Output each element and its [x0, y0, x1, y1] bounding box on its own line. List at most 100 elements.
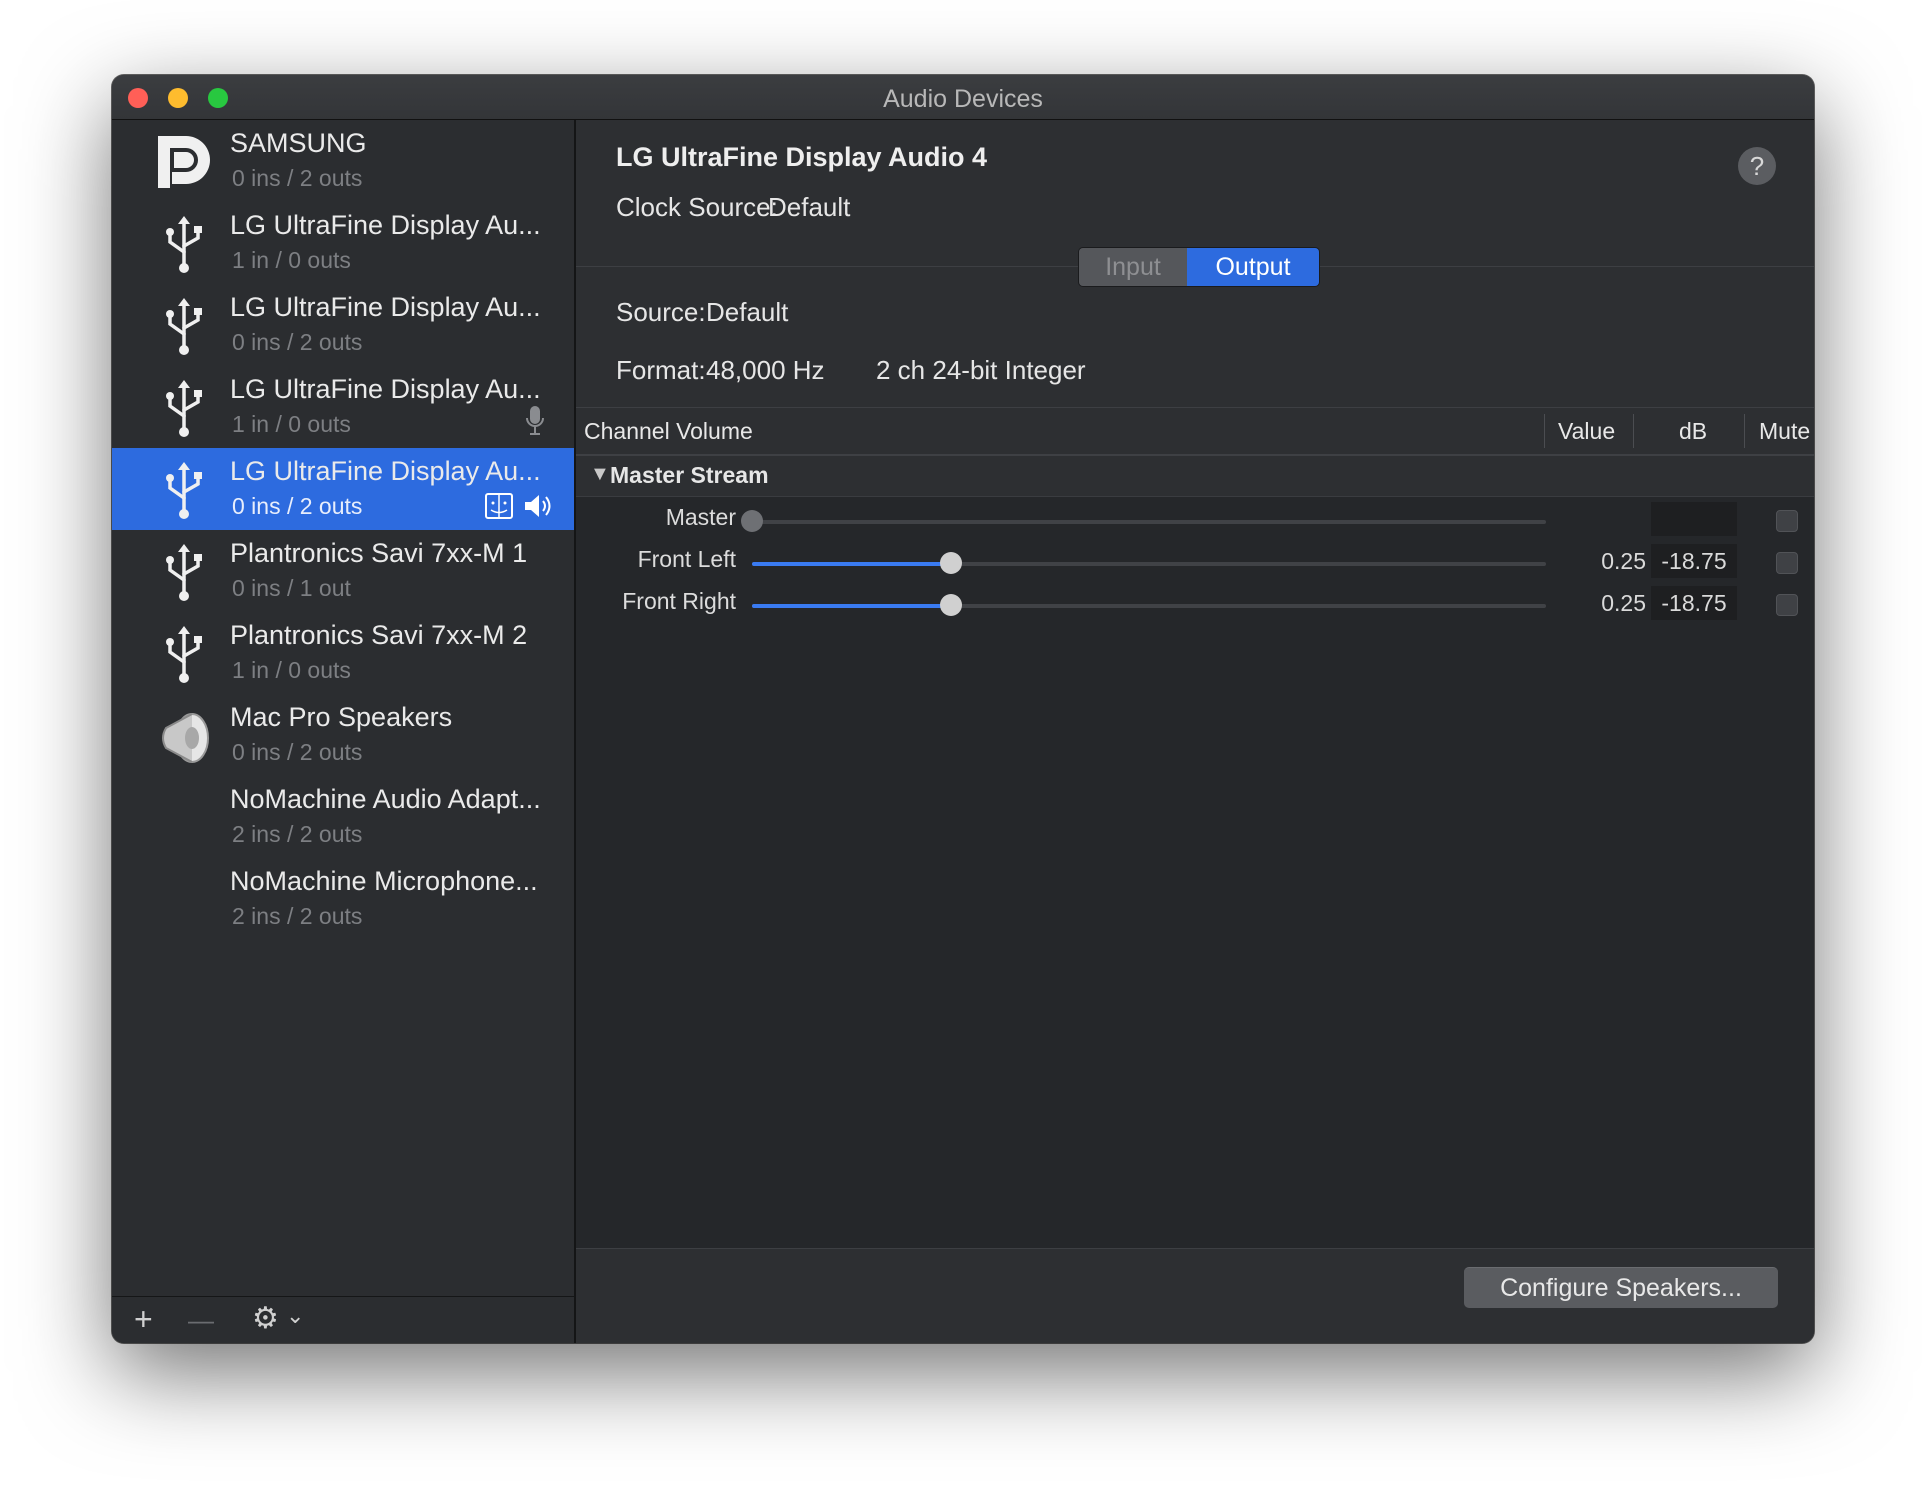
device-list: SAMSUNG 0 ins / 2 outs LG UltraFine Disp… — [112, 120, 576, 1343]
device-item-lg-2[interactable]: LG UltraFine Display Au... 0 ins / 2 out… — [112, 284, 574, 366]
speaker-icon — [525, 495, 551, 517]
channel-value: 0.25 — [1601, 548, 1646, 574]
microphone-icon — [526, 406, 544, 435]
column-separator — [1633, 414, 1634, 448]
channel-label: Front Left — [637, 546, 736, 572]
device-item-lg-3[interactable]: LG UltraFine Display Au... 1 in / 0 outs — [112, 366, 574, 448]
slider-knob[interactable] — [939, 552, 962, 574]
volume-slider[interactable] — [752, 594, 1546, 616]
device-io: 0 ins / 2 outs — [232, 739, 363, 765]
source-value[interactable]: Default — [706, 297, 788, 328]
mute-checkbox[interactable] — [1776, 594, 1798, 616]
displayport-icon — [158, 136, 210, 188]
usb-icon — [166, 462, 202, 519]
source-label: Source: — [616, 297, 706, 327]
mute-checkbox[interactable] — [1776, 510, 1798, 532]
group-name: Master Stream — [610, 462, 769, 488]
help-button[interactable]: ? — [1738, 147, 1776, 185]
device-io: 0 ins / 2 outs — [232, 493, 363, 519]
device-header: LG UltraFine Display Audio 4 Clock Sourc… — [576, 120, 1814, 267]
finder-icon — [485, 493, 513, 519]
device-item-lg-4[interactable]: LG UltraFine Display Au... 0 ins / 2 out… — [112, 448, 574, 530]
device-item-plantronics-2[interactable]: Plantronics Savi 7xx-M 2 1 in / 0 outs — [112, 612, 574, 694]
channel-value: 0.25 — [1601, 590, 1646, 616]
device-name: LG UltraFine Display Au... — [230, 292, 541, 322]
slider-knob[interactable] — [741, 510, 763, 532]
device-io: 0 ins / 2 outs — [232, 165, 363, 191]
channel-db-field[interactable] — [1651, 502, 1737, 536]
title-bar: Audio Devices — [112, 75, 1814, 120]
detail-footer: Configure Speakers... — [576, 1248, 1814, 1343]
usb-icon — [166, 380, 202, 437]
window-title: Audio Devices — [883, 85, 1043, 113]
channel-label: Master — [665, 504, 736, 530]
slider-fill — [752, 604, 951, 608]
device-item-plantronics-1[interactable]: Plantronics Savi 7xx-M 1 0 ins / 1 out — [112, 530, 574, 612]
tab-input[interactable]: Input — [1079, 248, 1187, 286]
usb-icon — [166, 626, 202, 683]
format-rate[interactable]: 48,000 Hz — [706, 355, 825, 386]
usb-icon — [166, 298, 202, 355]
device-title: LG UltraFine Display Audio 4 — [616, 142, 988, 172]
mute-checkbox[interactable] — [1776, 552, 1798, 574]
device-item-nomachine-microphone[interactable]: NoMachine Microphone... 2 ins / 2 outs — [112, 858, 574, 940]
channel-label: Front Right — [622, 588, 736, 614]
usb-icon — [166, 216, 202, 273]
device-name: Plantronics Savi 7xx-M 1 — [230, 538, 528, 568]
add-device-button[interactable]: + — [134, 1301, 153, 1338]
gear-icon[interactable]: ⚙ — [252, 1301, 279, 1336]
device-name: LG UltraFine Display Au... — [230, 374, 541, 404]
slider-fill — [752, 562, 951, 566]
tab-output[interactable]: Output — [1187, 248, 1319, 286]
slider-knob[interactable] — [939, 594, 962, 616]
device-name: LG UltraFine Display Au... — [230, 456, 541, 486]
channel-db-field[interactable]: -18.75 — [1651, 586, 1737, 620]
format-label: Format: — [616, 355, 706, 385]
volume-slider[interactable] — [752, 552, 1546, 574]
speaker-cone-icon — [162, 713, 209, 763]
channel-row-master: Master — [576, 500, 1814, 542]
clock-source-label: Clock Source: — [616, 192, 778, 222]
sidebar-footer: + — ⚙ ⌄ — [112, 1296, 574, 1343]
device-io: 0 ins / 2 outs — [232, 329, 363, 355]
clock-source-value[interactable]: Default — [768, 192, 850, 223]
channel-db-field[interactable]: -18.75 — [1651, 544, 1737, 578]
header-db: dB — [1679, 418, 1708, 444]
device-name: NoMachine Audio Adapt... — [230, 784, 541, 814]
device-name: NoMachine Microphone... — [230, 866, 538, 896]
configure-speakers-button[interactable]: Configure Speakers... — [1464, 1267, 1778, 1308]
device-detail: LG UltraFine Display Audio 4 Clock Sourc… — [576, 120, 1814, 1343]
remove-device-button[interactable]: — — [188, 1305, 214, 1336]
device-io: 1 in / 0 outs — [232, 657, 351, 683]
header-mute: Mute — [1759, 418, 1811, 444]
device-name: LG UltraFine Display Au... — [230, 210, 541, 240]
audio-devices-window: Audio Devices SAMSUNG 0 ins / 2 outs LG … — [112, 75, 1814, 1343]
device-io: 2 ins / 2 outs — [232, 821, 363, 847]
chevron-down-icon[interactable]: ⌄ — [286, 1303, 304, 1329]
column-separator — [1744, 414, 1745, 448]
device-io: 2 ins / 2 outs — [232, 903, 363, 929]
device-item-samsung[interactable]: SAMSUNG 0 ins / 2 outs — [112, 120, 574, 202]
channel-table-header: Channel Volume Value dB Mute — [576, 408, 1814, 456]
column-separator — [1544, 414, 1545, 448]
usb-icon — [166, 544, 202, 601]
volume-slider[interactable] — [741, 510, 1546, 532]
format-type[interactable]: 2 ch 24-bit Integer — [876, 355, 1086, 386]
device-item-nomachine-audio[interactable]: NoMachine Audio Adapt... 2 ins / 2 outs — [112, 776, 574, 858]
channel-row-front-right: Front Right 0.25 -18.75 — [576, 584, 1814, 626]
header-channel-volume: Channel Volume — [584, 418, 753, 444]
channel-row-front-left: Front Left 0.25 -18.75 — [576, 542, 1814, 584]
format-section: Source: Default Format: 48,000 Hz 2 ch 2… — [576, 267, 1814, 408]
header-value: Value — [1558, 418, 1616, 444]
device-io: 1 in / 0 outs — [232, 411, 351, 437]
device-name: Mac Pro Speakers — [230, 702, 453, 732]
input-output-segmented-control: Input Output — [1078, 247, 1320, 287]
device-io: 1 in / 0 outs — [232, 247, 351, 273]
device-item-lg-1[interactable]: LG UltraFine Display Au... 1 in / 0 outs — [112, 202, 574, 284]
master-stream-group[interactable]: ▼ Master Stream — [576, 456, 1814, 497]
device-item-mac-pro-speakers[interactable]: Mac Pro Speakers 0 ins / 2 outs — [112, 694, 574, 776]
device-name: SAMSUNG — [230, 128, 367, 158]
device-name: Plantronics Savi 7xx-M 2 — [230, 620, 528, 650]
device-io: 0 ins / 1 out — [232, 575, 351, 601]
disclosure-triangle-icon[interactable]: ▼ — [590, 463, 610, 486]
